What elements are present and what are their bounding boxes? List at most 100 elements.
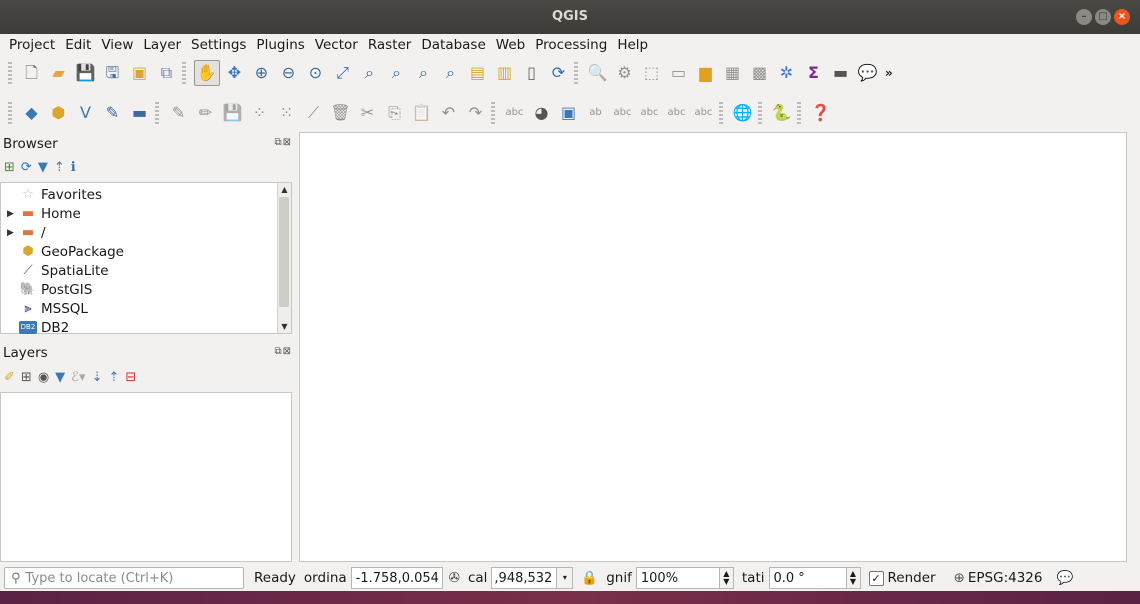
- collapse-all-icon[interactable]: ⇡: [108, 370, 119, 385]
- add-layer-icon[interactable]: ⊞: [4, 160, 15, 175]
- toolbar-grip[interactable]: [8, 62, 12, 84]
- new-spatialite-icon[interactable]: ✎: [101, 101, 125, 125]
- add-group-icon[interactable]: ⊞: [21, 370, 32, 385]
- magnifier-stepper[interactable]: ▲ ▼: [719, 567, 734, 589]
- zoom-full-icon[interactable]: ⤢: [331, 61, 355, 85]
- toolbar-grip[interactable]: [797, 102, 801, 124]
- pan-to-selection-icon[interactable]: ✥: [223, 61, 247, 85]
- new-geopackage-icon[interactable]: ⬢: [47, 101, 71, 125]
- locator-search-input[interactable]: ⚲ Type to locate (Ctrl+K): [4, 567, 244, 589]
- field-calculator-icon[interactable]: ▩: [748, 61, 772, 85]
- measure-line-icon[interactable]: ▬: [829, 61, 853, 85]
- remove-layer-icon[interactable]: ⊟: [125, 370, 136, 385]
- vertex-tool-icon[interactable]: ⁙: [275, 101, 299, 125]
- map-canvas[interactable]: [299, 132, 1127, 562]
- delete-selected-icon[interactable]: 🗑: [329, 101, 353, 125]
- tree-item-root[interactable]: ▶ ▬ /: [7, 223, 46, 242]
- layers-tree[interactable]: [0, 392, 292, 562]
- modify-attributes-icon[interactable]: ⟋: [302, 101, 326, 125]
- change-label-icon[interactable]: abc: [692, 101, 716, 125]
- extents-toggle-icon[interactable]: ✇: [449, 570, 460, 586]
- map-tips-icon[interactable]: 💬: [856, 61, 880, 85]
- cut-features-icon[interactable]: ✂: [356, 101, 380, 125]
- new-virtual-layer-icon[interactable]: ▬: [128, 101, 152, 125]
- layer-diagram-icon[interactable]: ◕: [530, 101, 554, 125]
- close-panel-icon[interactable]: ⊠: [283, 137, 292, 148]
- toolbar-grip[interactable]: [758, 102, 762, 124]
- zoom-last-icon[interactable]: ⌕: [412, 61, 436, 85]
- refresh-icon[interactable]: ⟳: [547, 61, 571, 85]
- deselect-all-icon[interactable]: ▆: [694, 61, 718, 85]
- copy-features-icon[interactable]: ⎘: [383, 101, 407, 125]
- show-hide-labels-icon[interactable]: abc: [611, 101, 635, 125]
- redo-icon[interactable]: ↷: [464, 101, 488, 125]
- menu-layer[interactable]: Layer: [138, 37, 186, 53]
- expand-all-icon[interactable]: ⇣: [92, 370, 103, 385]
- collapse-all-icon[interactable]: ⇡: [54, 160, 65, 175]
- tree-item-db2[interactable]: DB2 DB2: [7, 318, 69, 337]
- save-edits-icon[interactable]: 💾: [221, 101, 245, 125]
- tree-item-home[interactable]: ▶ ▬ Home: [7, 204, 81, 223]
- toolbar-grip[interactable]: [155, 102, 159, 124]
- refresh-icon[interactable]: ⟳: [21, 160, 32, 175]
- menu-project[interactable]: Project: [4, 37, 60, 53]
- new-bookmark-icon[interactable]: ▥: [493, 61, 517, 85]
- scale-dropdown-icon[interactable]: ▾: [557, 567, 574, 589]
- toggle-editing-icon[interactable]: ✏: [194, 101, 218, 125]
- float-panel-icon[interactable]: ⧉: [274, 137, 282, 148]
- render-checkbox[interactable]: ✓: [868, 570, 884, 586]
- processing-toolbox-icon[interactable]: ✲: [775, 61, 799, 85]
- data-source-manager-icon[interactable]: ◆: [20, 101, 44, 125]
- run-action-icon[interactable]: ⚙: [613, 61, 637, 85]
- undo-icon[interactable]: ↶: [437, 101, 461, 125]
- statistics-summary-icon[interactable]: Σ: [802, 61, 826, 85]
- scroll-down-icon[interactable]: ▼: [278, 320, 291, 333]
- layer-labeling-icon[interactable]: abc: [503, 101, 527, 125]
- style-layer-icon[interactable]: ✐: [4, 370, 15, 385]
- minimize-button[interactable]: –: [1076, 9, 1092, 25]
- toolbar-grip[interactable]: [574, 62, 578, 84]
- menu-vector[interactable]: Vector: [310, 37, 363, 53]
- tree-item-mssql[interactable]: ⫸ MSSQL: [7, 299, 88, 318]
- menu-settings[interactable]: Settings: [186, 37, 251, 53]
- new-map-view-icon[interactable]: ▤: [466, 61, 490, 85]
- pin-labels-icon[interactable]: ab: [584, 101, 608, 125]
- menu-database[interactable]: Database: [416, 37, 490, 53]
- scroll-up-icon[interactable]: ▲: [278, 183, 291, 196]
- menu-help[interactable]: Help: [612, 37, 653, 53]
- paste-features-icon[interactable]: 📋: [410, 101, 434, 125]
- rotation-stepper[interactable]: ▲ ▼: [846, 567, 861, 589]
- menu-view[interactable]: View: [96, 37, 138, 53]
- toolbar-overflow-icon[interactable]: »: [885, 66, 893, 80]
- filter-legend-icon[interactable]: ▼: [55, 370, 65, 385]
- toolbar-grip[interactable]: [182, 62, 186, 84]
- attribute-table-icon[interactable]: ▦: [721, 61, 745, 85]
- visibility-icon[interactable]: ◉: [38, 370, 49, 385]
- close-button[interactable]: ×: [1114, 9, 1130, 25]
- move-label-icon[interactable]: abc: [638, 101, 662, 125]
- menu-edit[interactable]: Edit: [60, 37, 96, 53]
- expand-arrow-icon[interactable]: ▶: [7, 228, 19, 238]
- highlight-pinned-labels-icon[interactable]: ▣: [557, 101, 581, 125]
- zoom-out-icon[interactable]: ⊖: [277, 61, 301, 85]
- float-panel-icon[interactable]: ⧉: [274, 346, 282, 357]
- select-by-value-icon[interactable]: ▭: [667, 61, 691, 85]
- crs-button[interactable]: EPSG:4326: [968, 570, 1043, 586]
- new-print-layout-icon[interactable]: ▣: [128, 61, 152, 85]
- menu-web[interactable]: Web: [491, 37, 530, 53]
- zoom-next-icon[interactable]: ⌕: [439, 61, 463, 85]
- current-edits-icon[interactable]: ✎: [167, 101, 191, 125]
- toolbar-grip[interactable]: [719, 102, 723, 124]
- toolbar-grip[interactable]: [491, 102, 495, 124]
- menu-plugins[interactable]: Plugins: [251, 37, 309, 53]
- save-project-icon[interactable]: 💾: [74, 61, 98, 85]
- browser-scrollbar[interactable]: ▲ ▼: [277, 183, 291, 333]
- add-feature-icon[interactable]: ⁘: [248, 101, 272, 125]
- rotate-label-icon[interactable]: abc: [665, 101, 689, 125]
- zoom-to-selection-icon[interactable]: ⌕: [358, 61, 382, 85]
- tree-item-favorites[interactable]: ☆ Favorites: [7, 185, 102, 204]
- metasearch-icon[interactable]: 🌐: [731, 101, 755, 125]
- python-console-icon[interactable]: 🐍: [770, 101, 794, 125]
- save-as-icon[interactable]: 🖫: [101, 61, 125, 85]
- zoom-native-icon[interactable]: ⊙: [304, 61, 328, 85]
